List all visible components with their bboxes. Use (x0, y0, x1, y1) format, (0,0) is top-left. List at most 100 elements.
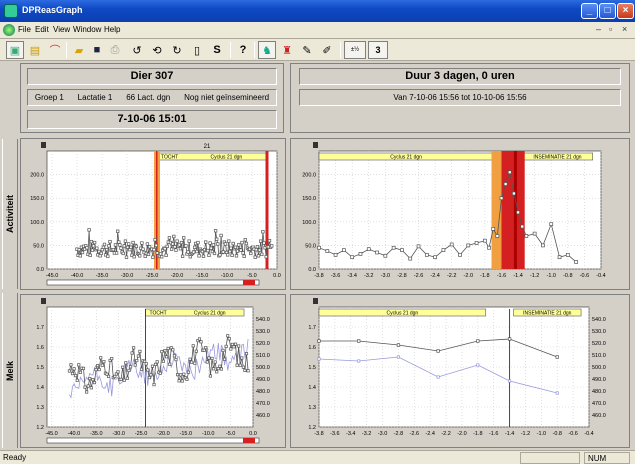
group-label: Groep 1 (34, 93, 64, 102)
activity-short-chart[interactable]: 0.050.0100.0150.0200.0-3.8 -3.6 -3.4 -3.2 -3… (291, 139, 629, 289)
period-button[interactable]: 3 (368, 41, 388, 59)
draw-button[interactable]: ✐ (318, 41, 336, 59)
mdi-close-icon[interactable]: × (622, 24, 627, 34)
milk-series-point (89, 386, 93, 390)
mdi-minimize-icon[interactable]: – (596, 24, 601, 34)
activity-series-point (169, 247, 174, 251)
open-button[interactable]: ▰ (70, 41, 88, 59)
mdi-restore-icon[interactable]: ▫ (609, 24, 612, 34)
activity-series-point (151, 255, 155, 259)
milk-row-label: Melk (2, 293, 18, 448)
animal-title: Dier 307 (27, 68, 277, 85)
activity-series-point (240, 240, 244, 245)
sum-icon: S (213, 44, 221, 56)
milk-series-point (172, 354, 176, 358)
activity-series-point (208, 241, 212, 245)
x-tick-label: -35.0 (96, 273, 109, 279)
menu-view[interactable]: View (53, 25, 70, 34)
milk-series-point (67, 369, 71, 373)
x-tick-label: -2.0 (457, 431, 466, 437)
milk-series-point (128, 365, 133, 369)
milk-series-point (317, 339, 321, 343)
activity-series-point (212, 251, 217, 256)
activity-series-point (375, 250, 379, 255)
corner-handle (313, 142, 318, 148)
activity-series-point (466, 243, 471, 248)
activity-series-point (121, 251, 125, 256)
milk-series-point (205, 360, 209, 364)
maximize-button[interactable]: □ (599, 3, 616, 19)
plot-area (318, 150, 602, 270)
milk-series-point (149, 373, 153, 377)
rotate-right-icon: ↻ (172, 44, 182, 57)
milk-light-series-point (357, 359, 361, 363)
milk-series-point (113, 374, 117, 378)
milk-button[interactable]: ♜ (278, 41, 296, 59)
activity-series-point (249, 251, 253, 256)
milk-series-point (223, 357, 227, 361)
menu-edit[interactable]: Edit (35, 25, 49, 34)
document-icon (3, 24, 15, 36)
event-strip (501, 151, 525, 269)
activity-series-point (80, 250, 85, 255)
activity-series-point (449, 242, 454, 247)
x-tick-label: -1.8 (473, 431, 482, 437)
milk-series-point (92, 381, 97, 385)
activity-series-point (179, 240, 184, 245)
activity-series-point (158, 252, 163, 256)
sum-button[interactable]: S (208, 41, 226, 59)
duration-label: Duur 3 dagen, 0 uren (299, 68, 621, 85)
activity-series-point (211, 243, 216, 247)
activity-series-point (507, 170, 512, 175)
refresh-button[interactable]: ⟲ (148, 41, 166, 59)
activity-series-point (207, 253, 211, 257)
x-tick-label: -2.2 (441, 431, 450, 437)
close-button[interactable]: × (617, 3, 634, 19)
scale-button[interactable]: ±½ (344, 41, 366, 59)
y2-tick-label: 460.0 (256, 413, 270, 419)
chart-button[interactable]: ⌒ (46, 41, 64, 59)
edit-button[interactable]: ✎ (298, 41, 316, 59)
cow-group-button[interactable]: ♞ (258, 41, 276, 59)
x-tick-label: -0.6 (580, 273, 589, 279)
milk-series-point (83, 385, 87, 389)
milk-short-chart[interactable]: 1.21.31.41.51.61.7-3.8 -3.6 -3.4 -3.2 -3.0 -2… (291, 295, 629, 447)
rotate-left-button[interactable]: ↺ (128, 41, 146, 59)
milk-series-point (69, 363, 73, 367)
milk-light-series-point (476, 363, 480, 367)
activity-series-point (155, 251, 159, 255)
minimize-button[interactable]: _ (581, 3, 598, 19)
activity-series-point (520, 224, 525, 229)
milk-series-point (133, 363, 137, 367)
document-button[interactable]: ▯ (188, 41, 206, 59)
print-button[interactable]: ⎙ (106, 41, 124, 59)
x-tick-label: -15.0 (196, 273, 209, 279)
help-button[interactable]: ? (234, 41, 252, 59)
menu-window[interactable]: Window (73, 25, 101, 34)
milk-series-point (125, 376, 129, 380)
rotate-right-button[interactable]: ↻ (168, 41, 186, 59)
select-tool-button[interactable]: ▣ (6, 41, 24, 59)
milk-series-point (238, 363, 242, 367)
y2-tick-label: 530.0 (256, 329, 270, 335)
activity-series-point (243, 238, 247, 242)
activity-series-point (153, 238, 157, 242)
menu-help[interactable]: Help (104, 25, 120, 34)
milk-series-point (224, 344, 228, 348)
activity-series-point (204, 240, 208, 244)
milk-series-point (226, 334, 230, 338)
milk-series-point (188, 357, 192, 361)
milk-series-point (182, 372, 186, 376)
activity-series-point (264, 255, 268, 259)
event-band-label: Cyclus 21 dgn (194, 311, 226, 317)
y-tick-label: 1.2 (36, 425, 44, 431)
menu-file[interactable]: File (18, 25, 31, 34)
brush-icon: ✐ (322, 44, 332, 57)
save-button[interactable]: ■ (88, 41, 106, 59)
milk-light-series-point (555, 391, 559, 395)
open-graph-button[interactable]: ▤ (26, 41, 44, 59)
activity-series-point (107, 244, 111, 248)
milk-long-chart[interactable]: 1.2 1.3 1.4 1.5 1.6 1.7 -45.0 -40.0 -35.0 -30.0 -2… (21, 295, 285, 447)
activity-series-point (95, 246, 99, 250)
activity-long-chart[interactable]: 0.0 50.0 100.0 150.0 200.0 -45.0 -40.0 -35.0 -30… (21, 139, 285, 289)
